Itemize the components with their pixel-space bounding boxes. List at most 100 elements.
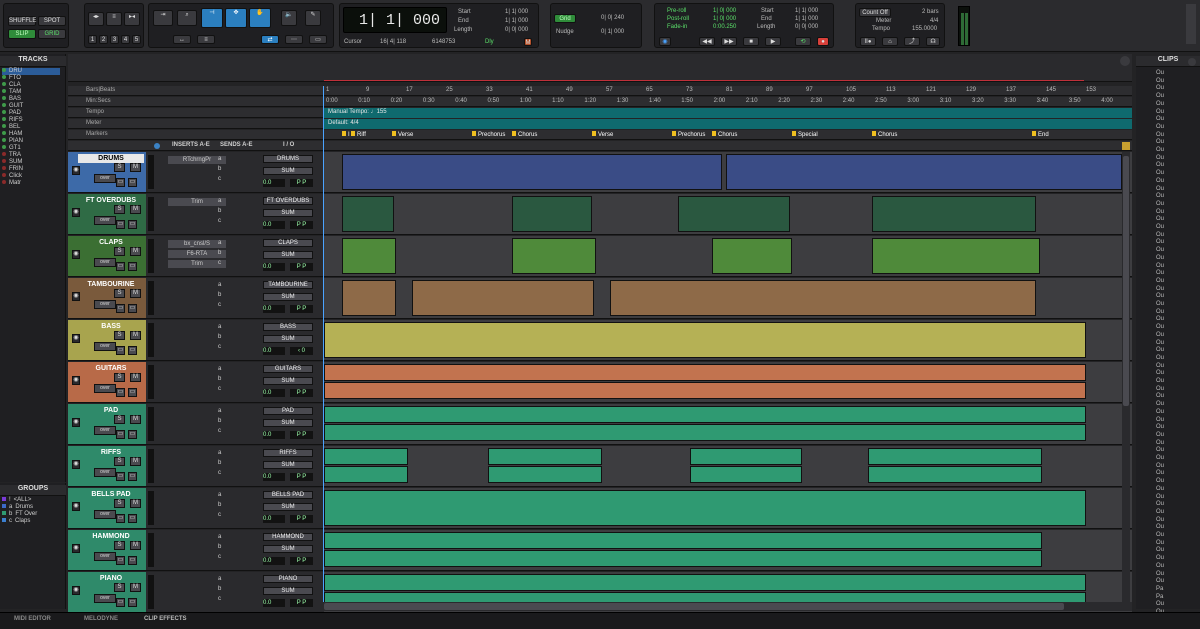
track-name[interactable]: GUITARS bbox=[78, 364, 144, 373]
inserts-header[interactable]: INSERTS A-E bbox=[172, 142, 210, 148]
track-list-item[interactable]: RIFS bbox=[2, 117, 23, 124]
track-lane[interactable] bbox=[324, 404, 1132, 445]
track-name[interactable]: BASS bbox=[78, 322, 144, 331]
send-slot[interactable]: c bbox=[218, 596, 221, 602]
clip-list-item[interactable]: Ou bbox=[1156, 486, 1164, 492]
clip-list-item[interactable]: Ou bbox=[1156, 501, 1164, 507]
solo-button[interactable]: S bbox=[114, 373, 125, 382]
clip-list-item[interactable]: Ou bbox=[1156, 447, 1164, 453]
audio-clip[interactable] bbox=[342, 280, 396, 316]
send-slot[interactable]: b bbox=[218, 502, 221, 508]
track-lane[interactable] bbox=[324, 530, 1132, 571]
pan-value[interactable]: P P bbox=[290, 305, 313, 313]
delay-comp-label[interactable]: Dly bbox=[485, 39, 494, 45]
track-list-item[interactable]: FRIN bbox=[2, 166, 23, 173]
track-name[interactable]: TAMBOURINE bbox=[78, 280, 144, 289]
audio-clip[interactable] bbox=[342, 154, 722, 190]
mute-button[interactable]: M bbox=[130, 289, 141, 298]
marker[interactable]: End bbox=[1032, 131, 1049, 138]
volume-value[interactable]: 0.0 bbox=[263, 221, 285, 229]
record-arm-icon[interactable]: ◉ bbox=[72, 166, 80, 175]
send-slot[interactable]: a bbox=[218, 366, 221, 372]
clip-list-item[interactable]: Ou bbox=[1156, 417, 1164, 423]
stop-icon[interactable]: ■ bbox=[743, 37, 759, 46]
clip-list-item[interactable]: Ou bbox=[1156, 216, 1164, 222]
audio-clip[interactable] bbox=[324, 382, 1086, 399]
marker[interactable]: Chorus bbox=[512, 131, 537, 138]
clip-list-item[interactable]: Ou bbox=[1156, 401, 1164, 407]
track-list-item[interactable]: SUM bbox=[2, 159, 22, 166]
zoom-preset-2[interactable]: 2 bbox=[99, 35, 108, 44]
track-visible-icon[interactable] bbox=[2, 131, 6, 135]
send-slot[interactable]: c bbox=[218, 176, 221, 182]
clip-list-item[interactable]: Ou bbox=[1156, 370, 1164, 376]
track-visible-icon[interactable] bbox=[2, 173, 6, 177]
clips-menu-icon[interactable] bbox=[1188, 58, 1196, 66]
pan-value[interactable]: P P bbox=[290, 557, 313, 565]
clip-list-item[interactable]: Ou bbox=[1156, 255, 1164, 261]
send-slot[interactable]: b bbox=[218, 418, 221, 424]
pan-value[interactable]: P P bbox=[290, 221, 313, 229]
play-icon[interactable]: ▶ bbox=[765, 37, 781, 46]
marker[interactable]: Verse bbox=[392, 131, 413, 138]
output-selector[interactable]: BELLS PAD bbox=[263, 491, 313, 499]
link-timeline-icon[interactable]: ⇄ bbox=[261, 35, 279, 44]
mute-button[interactable]: M bbox=[130, 457, 141, 466]
solo-button[interactable]: S bbox=[114, 541, 125, 550]
output-selector[interactable]: DRUMS bbox=[263, 155, 313, 163]
track-list-item[interactable]: FTO bbox=[2, 75, 21, 82]
track-visible-icon[interactable] bbox=[2, 75, 6, 79]
track-visible-icon[interactable] bbox=[2, 117, 6, 121]
clip-list-item[interactable]: Ou bbox=[1156, 470, 1164, 476]
audio-clip[interactable] bbox=[726, 154, 1122, 190]
volume-value[interactable]: 0.0 bbox=[263, 389, 285, 397]
clip-list-item[interactable]: Ou bbox=[1156, 363, 1164, 369]
clip-list-item[interactable]: Ou bbox=[1156, 378, 1164, 384]
marker[interactable]: I bbox=[342, 131, 350, 138]
track-visible-icon[interactable] bbox=[2, 180, 6, 184]
clip-list-item[interactable]: Ou bbox=[1156, 478, 1164, 484]
solo-button[interactable]: S bbox=[114, 163, 125, 172]
zoom-in-icon[interactable]: ▸◂ bbox=[124, 12, 140, 26]
track-header[interactable]: FT OVERDUBS ◉ over S M ▭ ▭ Trim a b c FT OVERDUBS SU… bbox=[68, 194, 324, 235]
send-slot[interactable]: a bbox=[218, 324, 221, 330]
clip-list-item[interactable]: Ou bbox=[1156, 355, 1164, 361]
output-selector[interactable]: BASS bbox=[263, 323, 313, 331]
solo-button[interactable]: S bbox=[114, 457, 125, 466]
search-icon[interactable]: ⌕ bbox=[177, 10, 197, 26]
meter-value[interactable]: 4/4 bbox=[930, 18, 938, 24]
bus-selector[interactable]: SUM bbox=[263, 545, 313, 553]
clip-list-item[interactable]: Ou bbox=[1156, 239, 1164, 245]
playhead[interactable] bbox=[323, 86, 324, 602]
send-slot[interactable]: a bbox=[218, 408, 221, 414]
track-visible-icon[interactable] bbox=[2, 166, 6, 170]
comp-icon[interactable]: ▭ bbox=[128, 262, 137, 271]
volume-value[interactable]: 0.0 bbox=[263, 263, 285, 271]
clip-list-item[interactable]: Ou bbox=[1156, 540, 1164, 546]
solo-button[interactable]: S bbox=[114, 289, 125, 298]
send-slot[interactable]: b bbox=[218, 208, 221, 214]
clip-list-item[interactable]: Ou bbox=[1156, 347, 1164, 353]
send-slot[interactable]: b bbox=[218, 586, 221, 592]
solo-button[interactable]: S bbox=[114, 331, 125, 340]
record-arm-icon[interactable]: ◉ bbox=[72, 376, 80, 385]
io-header[interactable]: I / O bbox=[283, 142, 294, 148]
track-visible-icon[interactable] bbox=[2, 152, 6, 156]
grid-value[interactable]: 0| 0| 240 bbox=[601, 15, 624, 21]
shuffle-mode-button[interactable]: SHUFFLE bbox=[8, 16, 36, 26]
send-slot[interactable]: b bbox=[218, 460, 221, 466]
track-name[interactable]: FT OVERDUBS bbox=[78, 196, 144, 205]
solo-button[interactable]: S bbox=[114, 415, 125, 424]
clip-list-item[interactable]: Ou bbox=[1156, 517, 1164, 523]
mute-button[interactable]: M bbox=[130, 331, 141, 340]
send-slot[interactable]: a bbox=[218, 282, 221, 288]
comp-icon[interactable]: ▭ bbox=[128, 388, 137, 397]
mute-button[interactable]: M bbox=[130, 373, 141, 382]
send-slot[interactable]: a bbox=[218, 534, 221, 540]
audio-clip[interactable] bbox=[324, 406, 1086, 423]
send-slot[interactable]: c bbox=[218, 512, 221, 518]
track-lane[interactable] bbox=[324, 152, 1132, 193]
playlist-icon[interactable]: ▭ bbox=[116, 178, 125, 187]
clip-list-item[interactable]: Ou bbox=[1156, 286, 1164, 292]
bus-selector[interactable]: SUM bbox=[263, 167, 313, 175]
